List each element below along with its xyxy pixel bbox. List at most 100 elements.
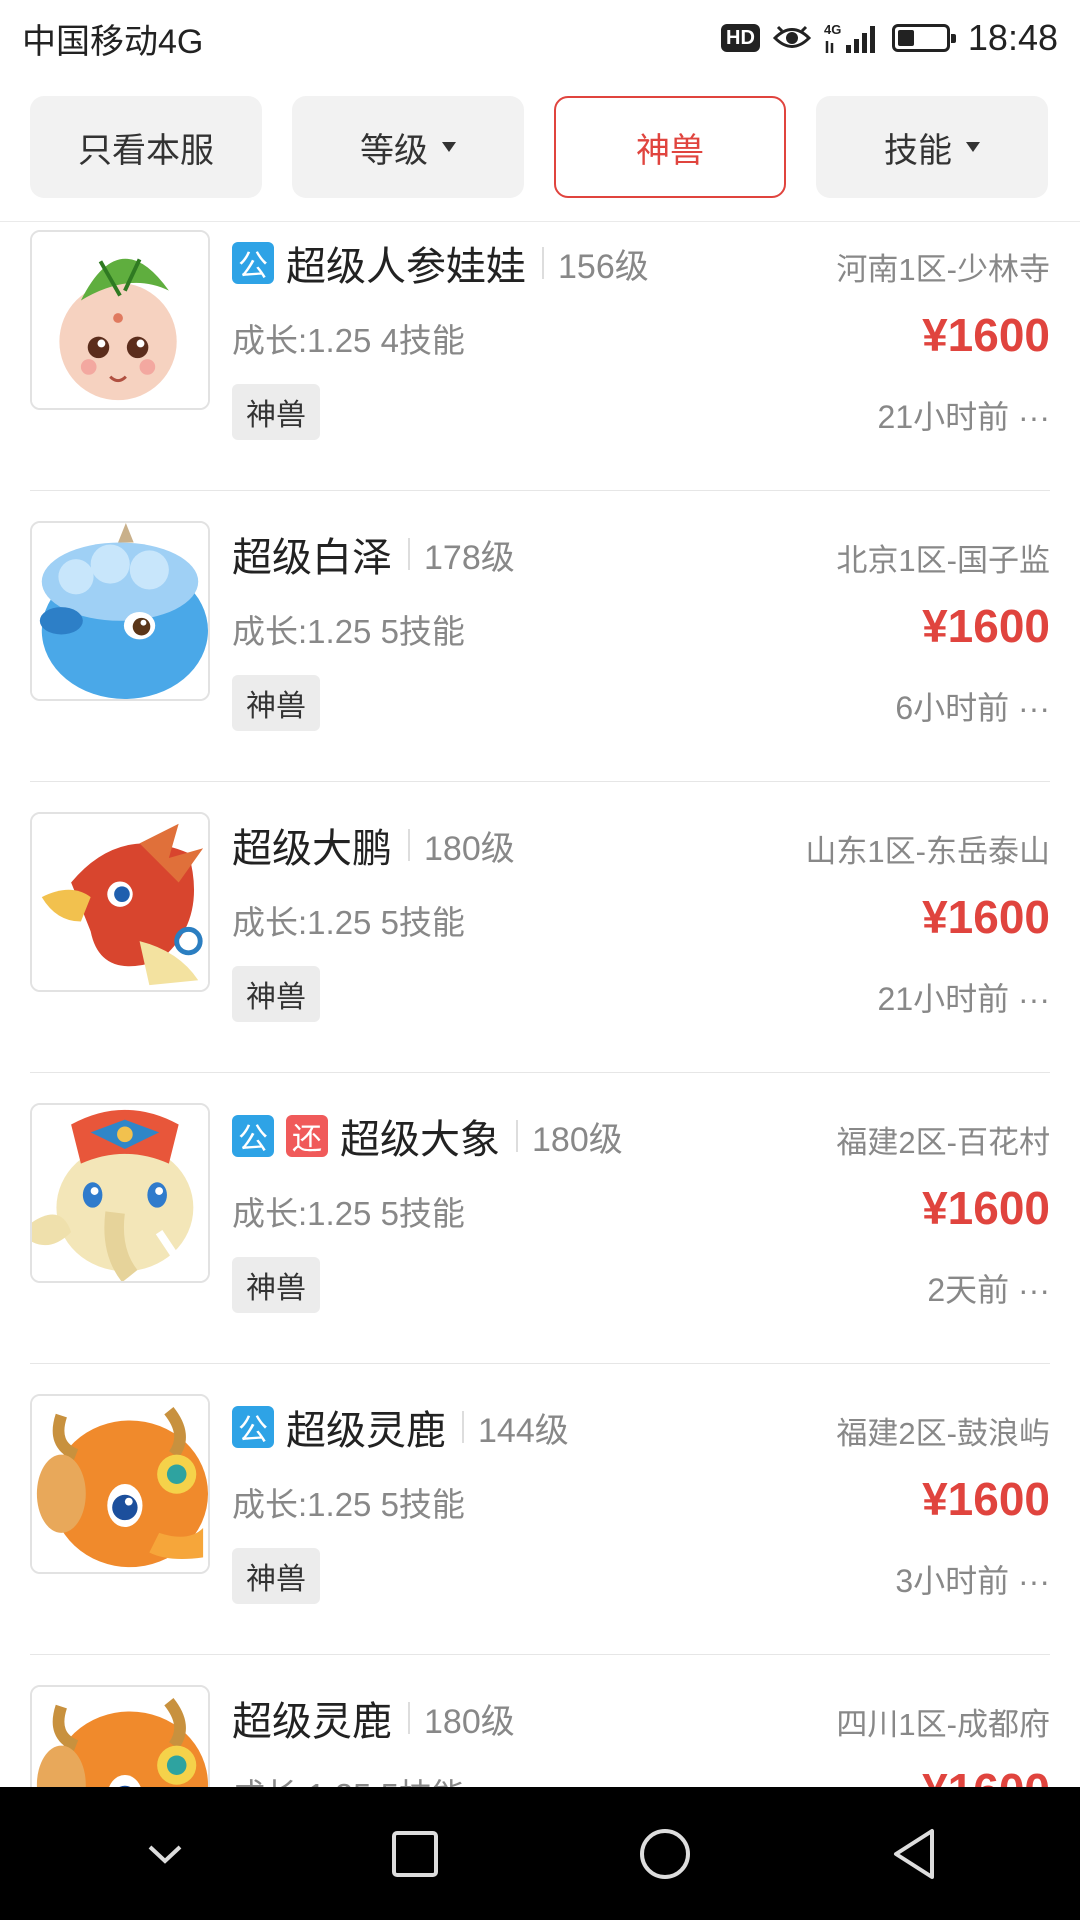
chevron-down-icon[interactable] <box>130 1819 200 1889</box>
server-name: 福建2区-百花村 <box>836 1125 1050 1160</box>
pet-thumbnail[interactable] <box>30 521 210 701</box>
square-icon[interactable] <box>380 1819 450 1889</box>
battery-icon <box>891 24 956 52</box>
title-row: 公还 超级大象 180级 <box>232 1111 623 1162</box>
growth-skills: 成长:1.25 5技能 <box>232 613 465 650</box>
title-row: 超级白泽 178级 <box>232 529 515 580</box>
pet-list: 公 超级人参娃娃 156级 河南1区-少林寺 成长:1.25 4技能 ¥1600… <box>0 222 1080 1787</box>
title-row: 超级大鹏 180级 <box>232 820 515 871</box>
pet-thumbnail[interactable] <box>30 230 210 410</box>
growth-skills: 成长:1.25 5技能 <box>232 1195 465 1232</box>
elephant-icon <box>32 1105 208 1281</box>
time-ago[interactable]: 21小时前 ··· <box>878 974 1050 1020</box>
caret-down-icon <box>966 142 980 152</box>
divider <box>408 538 410 570</box>
filter-level-dropdown[interactable]: 等级 <box>292 96 524 198</box>
circle-home-icon[interactable] <box>630 1819 700 1889</box>
divider <box>542 247 544 279</box>
divider <box>408 829 410 861</box>
time-ago[interactable]: 21小时前 ··· <box>878 392 1050 438</box>
pet-name: 超级大鹏 <box>232 827 392 871</box>
growth-skills: 成长:1.25 5技能 <box>232 1486 465 1523</box>
clock: 18:48 <box>967 17 1058 58</box>
triangle-back-icon[interactable] <box>880 1819 950 1889</box>
public-badge: 公 <box>232 1406 274 1448</box>
time-ago[interactable]: 3小时前 ··· <box>895 1556 1050 1602</box>
pet-thumbnail[interactable] <box>30 1394 210 1574</box>
pet-list-item[interactable]: 超级大鹏 180级 山东1区-东岳泰山 成长:1.25 5技能 ¥1600 神兽… <box>30 782 1050 1073</box>
network-label: 4G <box>824 22 841 37</box>
pet-list-item[interactable]: 公 超级灵鹿 144级 福建2区-鼓浪屿 成长:1.25 5技能 ¥1600 神… <box>30 1364 1050 1655</box>
server-name: 河南1区-少林寺 <box>836 252 1050 287</box>
system-nav-bar <box>0 1787 1080 1920</box>
carrier-label: 中国移动4G <box>22 22 204 61</box>
divider <box>516 1120 518 1152</box>
eye-icon <box>772 25 812 48</box>
signal-icon: 4G <box>824 22 875 53</box>
price: ¥1600 <box>922 600 1050 652</box>
server-name: 福建2区-鼓浪屿 <box>836 1416 1050 1451</box>
server-name: 山东1区-东岳泰山 <box>805 834 1050 869</box>
time-ago[interactable]: 6小时前 ··· <box>895 683 1050 729</box>
title-row: 超级灵鹿 180级 <box>232 1693 515 1744</box>
pet-name: 超级人参娃娃 <box>286 245 526 289</box>
pet-list-item[interactable]: 超级白泽 178级 北京1区-国子监 成长:1.25 5技能 ¥1600 神兽 … <box>30 491 1050 782</box>
title-row: 公 超级灵鹿 144级 <box>232 1402 569 1453</box>
pet-thumbnail[interactable] <box>30 1685 210 1787</box>
filter-divine-beast[interactable]: 神兽 <box>554 96 786 198</box>
filter-bar: 只看本服 等级 神兽 技能 <box>0 76 1080 222</box>
roc-bird-icon <box>32 814 208 990</box>
price: ¥1600 <box>922 1763 1050 1787</box>
pet-level: 156级 <box>558 247 649 286</box>
filter-label: 技能 <box>884 131 952 170</box>
pet-list-item[interactable]: 超级灵鹿 180级 四川1区-成都府 成长:1.25 5技能 ¥1600 神兽 <box>30 1655 1050 1787</box>
pet-level: 180级 <box>532 1120 623 1159</box>
pet-list-item[interactable]: 公还 超级大象 180级 福建2区-百花村 成长:1.25 5技能 ¥1600 … <box>30 1073 1050 1364</box>
pet-level: 180级 <box>424 1702 515 1741</box>
pet-level: 180级 <box>424 829 515 868</box>
price: ¥1600 <box>922 309 1050 361</box>
pet-level: 144级 <box>478 1411 569 1450</box>
price: ¥1600 <box>922 1473 1050 1525</box>
server-name: 北京1区-国子监 <box>836 543 1050 578</box>
pet-level: 178级 <box>424 538 515 577</box>
growth-skills: 成长:1.25 4技能 <box>232 322 465 359</box>
category-tag: 神兽 <box>232 1257 320 1313</box>
pet-name: 超级白泽 <box>232 536 392 580</box>
hd-icon: HD <box>721 24 760 52</box>
divider <box>408 1702 410 1734</box>
filter-label: 等级 <box>360 131 428 170</box>
status-bar: 中国移动4G HD 4G 18:48 <box>0 0 1080 76</box>
category-tag: 神兽 <box>232 966 320 1022</box>
time-ago[interactable]: 2天前 ··· <box>927 1265 1050 1311</box>
price: ¥1600 <box>922 891 1050 943</box>
pet-list-item[interactable]: 公 超级人参娃娃 156级 河南1区-少林寺 成长:1.25 4技能 ¥1600… <box>30 222 1050 491</box>
category-tag: 神兽 <box>232 675 320 731</box>
growth-skills: 成长:1.25 5技能 <box>232 904 465 941</box>
public-badge: 公 <box>232 242 274 284</box>
filter-skill-dropdown[interactable]: 技能 <box>816 96 1048 198</box>
ginseng-baby-icon <box>32 232 208 408</box>
pet-name: 超级灵鹿 <box>232 1700 392 1744</box>
deer-icon <box>32 1687 208 1787</box>
title-row: 公 超级人参娃娃 156级 <box>232 238 649 289</box>
filter-only-this-server[interactable]: 只看本服 <box>30 96 262 198</box>
filter-label: 只看本服 <box>78 131 214 170</box>
pet-thumbnail[interactable] <box>30 1103 210 1283</box>
server-name: 四川1区-成都府 <box>836 1707 1050 1742</box>
return-badge: 还 <box>286 1115 328 1157</box>
pet-thumbnail[interactable] <box>30 812 210 992</box>
public-badge: 公 <box>232 1115 274 1157</box>
divider <box>462 1411 464 1443</box>
caret-down-icon <box>442 142 456 152</box>
growth-skills: 成长:1.25 5技能 <box>232 1769 465 1787</box>
price: ¥1600 <box>922 1182 1050 1234</box>
category-tag: 神兽 <box>232 384 320 440</box>
filter-label: 神兽 <box>636 131 704 170</box>
pet-name: 超级灵鹿 <box>286 1409 446 1453</box>
white-sheep-icon <box>32 523 208 699</box>
status-icons: HD 4G 18:48 <box>721 17 1058 59</box>
category-tag: 神兽 <box>232 1548 320 1604</box>
pet-name: 超级大象 <box>340 1118 500 1162</box>
deer-icon <box>32 1396 208 1572</box>
